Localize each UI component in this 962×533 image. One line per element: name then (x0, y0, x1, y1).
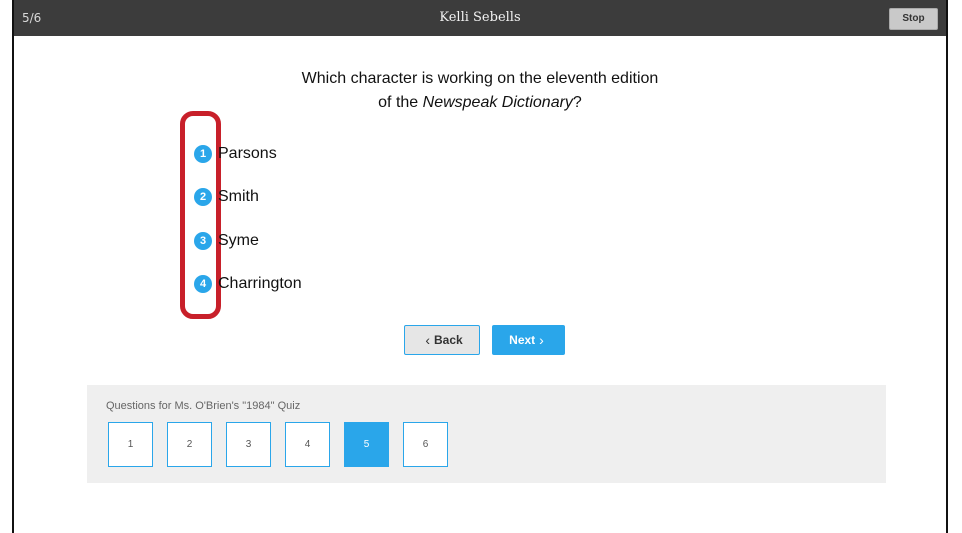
student-name: Kelli Sebells (439, 10, 521, 25)
question-box-6[interactable]: 6 (403, 422, 448, 467)
question-line-1: Which character is working on the eleven… (301, 70, 659, 87)
question-prefix: of the (378, 94, 423, 111)
option-label: Syme (218, 232, 259, 249)
question-box-3[interactable]: 3 (226, 422, 271, 467)
question-box-4[interactable]: 4 (285, 422, 330, 467)
question-box-5[interactable]: 5 (344, 422, 389, 467)
option-label: Charrington (218, 275, 302, 292)
question-box-2[interactable]: 2 (167, 422, 212, 467)
answer-option-4[interactable]: 4 Charrington (194, 271, 302, 297)
question-line-2: of the Newspeak Dictionary? (14, 91, 946, 115)
answer-option-1[interactable]: 1 Parsons (194, 141, 277, 167)
quiz-title: Questions for Ms. O'Brien's "1984" Quiz (106, 400, 301, 412)
answer-option-2[interactable]: 2 Smith (194, 184, 259, 210)
chevron-right-icon: › (539, 332, 544, 348)
chevron-left-icon: ‹ (425, 332, 430, 348)
back-label: Back (433, 333, 463, 347)
question-suffix: ? (572, 94, 582, 111)
option-label: Smith (218, 188, 259, 205)
option-number-badge: 2 (194, 188, 212, 206)
question-text: Which character is working on the eleven… (14, 67, 946, 115)
next-button[interactable]: Next › (492, 325, 565, 355)
stop-button[interactable]: Stop (889, 8, 938, 30)
question-box-1[interactable]: 1 (108, 422, 153, 467)
question-italic-title: Newspeak Dictionary (422, 94, 573, 111)
question-navigator: Questions for Ms. O'Brien's "1984" Quiz … (87, 385, 886, 483)
question-boxes: 1 2 3 4 5 6 (108, 422, 462, 467)
option-label: Parsons (218, 145, 277, 162)
option-number-badge: 4 (194, 275, 212, 293)
back-button[interactable]: ‹ Back (404, 325, 480, 355)
next-label: Next (509, 333, 536, 347)
option-number-badge: 1 (194, 145, 212, 163)
app-frame: 5/6 Kelli Sebells Stop Which character i… (12, 0, 948, 533)
top-bar: 5/6 Kelli Sebells Stop (14, 0, 946, 36)
answer-option-3[interactable]: 3 Syme (194, 228, 259, 254)
option-number-badge: 3 (194, 232, 212, 250)
